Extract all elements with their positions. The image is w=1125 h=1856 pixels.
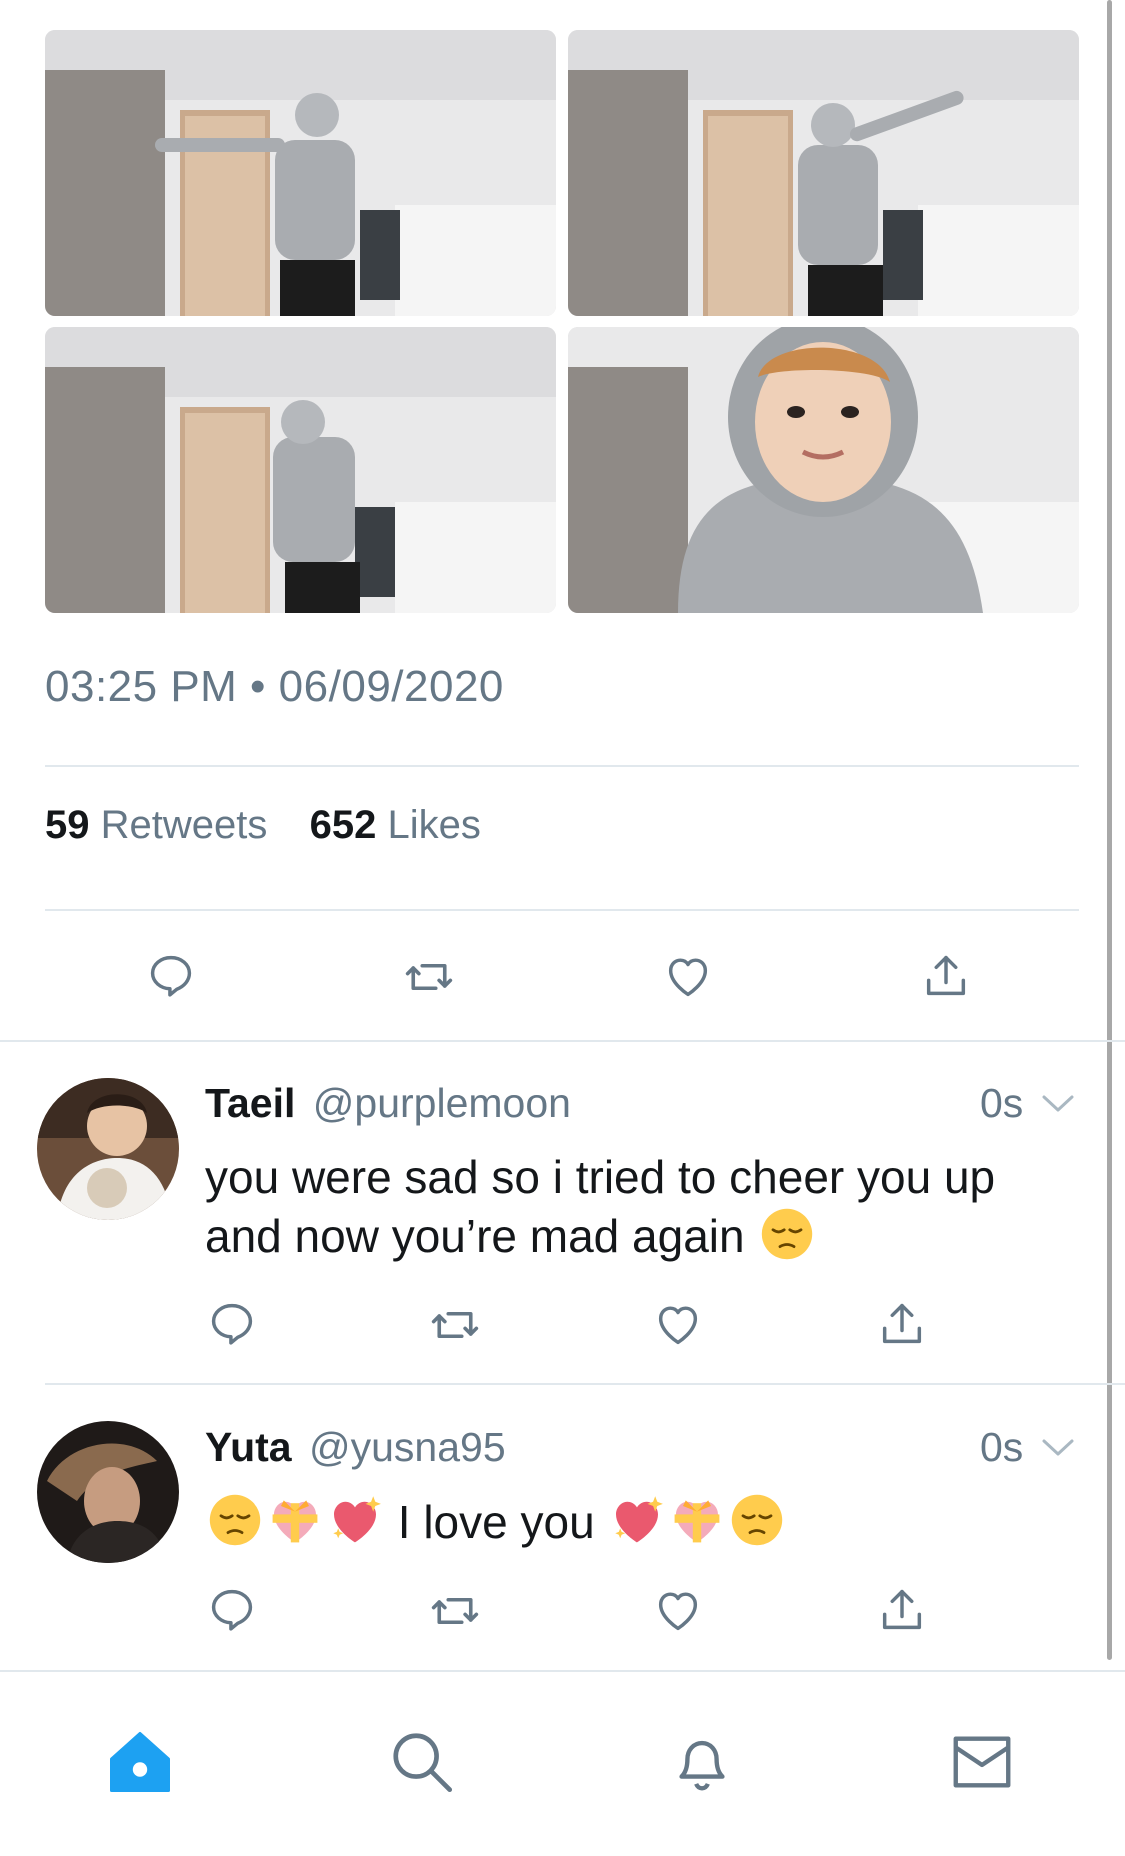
tab-bar [0, 1670, 1125, 1856]
sparkling-heart-emoji [327, 1492, 383, 1548]
tweet-photo-1[interactable] [45, 30, 556, 316]
pensive-face-emoji [759, 1206, 815, 1262]
reply-icon[interactable] [145, 950, 205, 1010]
retweet-icon[interactable] [428, 1584, 488, 1644]
notifications-icon[interactable] [662, 1722, 742, 1802]
share-icon[interactable] [920, 950, 980, 1010]
tweet-timestamp: 03:25 PM • 06/09/2020 [45, 662, 504, 711]
reply-author: Yuta @yusna95 [205, 1424, 506, 1471]
messages-icon[interactable] [942, 1722, 1022, 1802]
like-icon[interactable] [652, 1584, 712, 1644]
retweet-icon[interactable] [402, 950, 462, 1010]
tweet-photo-3[interactable] [45, 327, 556, 613]
reply-text-content: I love you [397, 1496, 595, 1548]
pensive-face-emoji [207, 1492, 263, 1548]
likes-label[interactable]: Likes [388, 803, 481, 847]
display-name[interactable]: Yuta [205, 1424, 292, 1470]
tweet-photo-2[interactable] [568, 30, 1079, 316]
retweets-count[interactable]: 59 [45, 803, 90, 847]
search-icon[interactable] [382, 1722, 462, 1802]
reply-tweet[interactable]: Taeil @purplemoon 0s you were sad so i t… [0, 1040, 1125, 1385]
home-icon[interactable] [100, 1722, 180, 1802]
likes-count[interactable]: 652 [310, 803, 377, 847]
tweet-stats: 59 Retweets 652 Likes [45, 803, 481, 848]
retweets-label[interactable]: Retweets [101, 803, 268, 847]
like-icon[interactable] [652, 1298, 712, 1358]
tweet-photo-4[interactable] [568, 327, 1079, 613]
like-icon[interactable] [662, 950, 722, 1010]
avatar[interactable] [37, 1421, 179, 1563]
reply-icon[interactable] [206, 1298, 266, 1358]
avatar[interactable] [37, 1078, 179, 1220]
reply-time: 0s [980, 1080, 1024, 1126]
reply-tweet[interactable]: Yuta @yusna95 0s I love you [0, 1384, 1125, 1670]
sparkling-heart-emoji [609, 1492, 665, 1548]
display-name[interactable]: Taeil [205, 1080, 295, 1126]
tweet-photo-grid [45, 30, 1079, 613]
user-handle[interactable]: @yusna95 [309, 1424, 506, 1470]
reply-text-content: you were sad so i tried to cheer you up … [205, 1151, 996, 1262]
chevron-down-icon[interactable] [1040, 1092, 1076, 1121]
share-icon[interactable] [876, 1584, 936, 1644]
heart-with-ribbon-emoji [669, 1492, 725, 1548]
heart-with-ribbon-emoji [267, 1492, 323, 1548]
divider [45, 909, 1079, 911]
user-handle[interactable]: @purplemoon [313, 1080, 571, 1126]
reply-text: I love you [205, 1492, 1075, 1551]
reply-time: 0s [980, 1424, 1024, 1470]
retweet-icon[interactable] [428, 1298, 488, 1358]
reply-text: you were sad so i tried to cheer you up … [205, 1148, 1075, 1265]
chevron-down-icon[interactable] [1040, 1436, 1076, 1465]
pensive-face-emoji [729, 1492, 785, 1548]
divider [45, 765, 1079, 767]
reply-author: Taeil @purplemoon [205, 1080, 571, 1127]
reply-icon[interactable] [206, 1584, 266, 1644]
share-icon[interactable] [876, 1298, 936, 1358]
